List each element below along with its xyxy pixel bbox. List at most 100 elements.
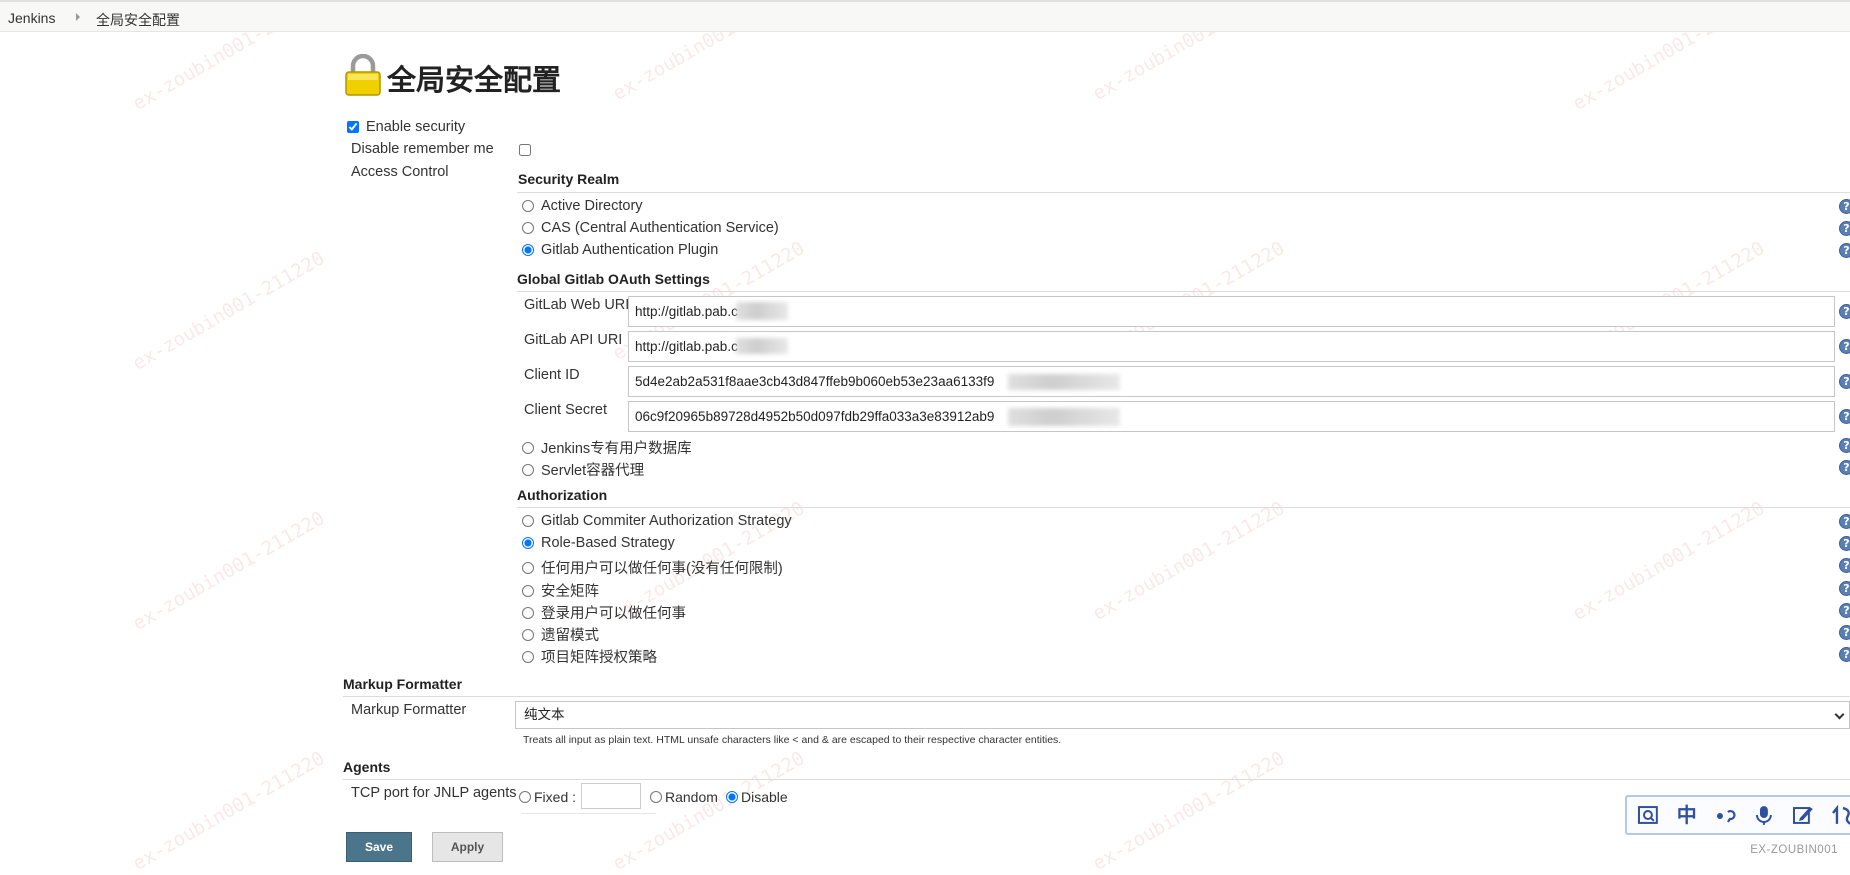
help-icon[interactable]: ? bbox=[1839, 221, 1850, 236]
auth-radio[interactable] bbox=[522, 628, 534, 641]
help-icon[interactable]: ? bbox=[1839, 304, 1850, 319]
help-icon[interactable]: ? bbox=[1839, 374, 1850, 389]
disable-remember-me-label: Disable remember me bbox=[351, 141, 494, 157]
punctuation-icon[interactable] bbox=[1715, 804, 1737, 826]
voice-icon[interactable] bbox=[1753, 804, 1775, 826]
markup-formatter-label: Markup Formatter bbox=[351, 702, 467, 718]
chinese-mode-icon[interactable]: 中 bbox=[1676, 804, 1698, 826]
watermark-text: ex-zoubin001-211220 bbox=[1089, 497, 1289, 625]
breadcrumb-jenkins-link[interactable]: Jenkins bbox=[8, 10, 55, 26]
tcp-radio-fixed[interactable] bbox=[519, 791, 531, 803]
markup-formatter-select[interactable]: 纯文本 bbox=[515, 701, 1850, 729]
markup-formatter-description: Treats all input as plain text. HTML uns… bbox=[523, 734, 1062, 746]
divider bbox=[517, 192, 1850, 193]
auth-option-label: Role-Based Strategy bbox=[541, 535, 675, 551]
markup-formatter-selected: 纯文本 bbox=[524, 707, 565, 722]
watermark-text: ex-zoubin001-211220 bbox=[1089, 747, 1289, 875]
user-tag: EX-ZOUBIN001 bbox=[1750, 844, 1838, 856]
help-icon[interactable]: ? bbox=[1839, 339, 1850, 354]
realm-option-label: Active Directory bbox=[541, 198, 643, 214]
tcp-option-label: Random bbox=[665, 789, 718, 805]
auth-radio[interactable] bbox=[522, 515, 534, 527]
auth-option[interactable]: Role-Based Strategy bbox=[522, 535, 675, 551]
chevron-down-icon bbox=[1834, 709, 1845, 720]
help-icon[interactable]: ? bbox=[1839, 438, 1850, 453]
enable-security-checkbox[interactable] bbox=[347, 121, 359, 133]
realm-radio-servlet[interactable] bbox=[522, 463, 534, 476]
auth-option-label: Gitlab Commiter Authorization Strategy bbox=[541, 513, 792, 529]
page-title: 全局安全配置 bbox=[387, 65, 562, 97]
auth-option-label: 登录用户可以做任何事 bbox=[541, 606, 686, 622]
screenshot-icon[interactable] bbox=[1637, 804, 1659, 826]
breadcrumb-current[interactable]: 全局安全配置 bbox=[96, 10, 180, 30]
lock-icon bbox=[345, 54, 381, 96]
realm-option-jenkins-db[interactable]: Jenkins专有用户数据库 bbox=[522, 437, 692, 458]
help-icon[interactable]: ? bbox=[1839, 536, 1850, 551]
help-icon[interactable]: ? bbox=[1839, 647, 1850, 662]
auth-option[interactable]: Gitlab Commiter Authorization Strategy bbox=[522, 513, 792, 529]
tcp-option-random[interactable]: Random bbox=[650, 789, 718, 805]
realm-radio-jenkins-db[interactable] bbox=[522, 441, 534, 454]
help-icon[interactable]: ? bbox=[1839, 581, 1850, 596]
help-icon[interactable]: ? bbox=[1839, 199, 1850, 214]
help-icon[interactable]: ? bbox=[1839, 460, 1850, 475]
tcp-port-input[interactable] bbox=[581, 783, 641, 809]
auth-option[interactable]: 项目矩阵授权策略 bbox=[522, 646, 657, 667]
gitlab-web-uri-label: GitLab Web URI bbox=[524, 297, 630, 313]
auth-radio[interactable] bbox=[522, 650, 534, 663]
auth-radio[interactable] bbox=[522, 561, 534, 574]
redaction-blur bbox=[1008, 408, 1120, 426]
realm-option-label: Jenkins专有用户数据库 bbox=[541, 441, 692, 457]
auth-option[interactable]: 任何用户可以做任何事(没有任何限制) bbox=[522, 557, 783, 578]
markup-formatter-heading: Markup Formatter bbox=[343, 676, 463, 692]
gitlab-oauth-heading: Global Gitlab OAuth Settings bbox=[517, 271, 710, 287]
divider bbox=[343, 779, 1850, 780]
tcp-option-label: Fixed : bbox=[534, 789, 577, 805]
gitlab-api-uri-input[interactable]: http://gitlab.pab.c bbox=[628, 331, 1835, 362]
tcp-radio-random[interactable] bbox=[650, 791, 662, 803]
breadcrumb: Jenkins 全局安全配置 bbox=[0, 0, 1850, 32]
realm-option-cas[interactable]: CAS (Central Authentication Service) bbox=[522, 220, 779, 236]
help-icon[interactable]: ? bbox=[1839, 409, 1850, 424]
client-secret-input[interactable]: 06c9f20965b89728d4952b50d097fdb29ffa033a… bbox=[628, 401, 1835, 432]
disable-remember-me-checkbox[interactable] bbox=[519, 144, 531, 156]
client-secret-label: Client Secret bbox=[524, 402, 608, 418]
realm-option-servlet[interactable]: Servlet容器代理 bbox=[522, 459, 644, 480]
save-button[interactable]: Save bbox=[346, 832, 412, 862]
divider bbox=[521, 813, 656, 814]
tcp-radio-disable[interactable] bbox=[726, 791, 738, 803]
auth-option[interactable]: 登录用户可以做任何事 bbox=[522, 602, 686, 623]
watermark-text: ex-zoubin001-211220 bbox=[609, 747, 809, 875]
realm-option-label: Servlet容器代理 bbox=[541, 463, 645, 479]
auth-radio[interactable] bbox=[522, 606, 534, 619]
client-id-input[interactable]: 5d4e2ab2a531f8aae3cb43d847ffeb9b060eb53e… bbox=[628, 366, 1835, 397]
enable-security-label: Enable security bbox=[366, 119, 466, 135]
help-icon[interactable]: ? bbox=[1839, 625, 1850, 640]
tcp-option-disable[interactable]: Disable bbox=[726, 789, 788, 805]
auth-radio[interactable] bbox=[522, 537, 534, 549]
ime-toolbar: 中 bbox=[1625, 795, 1850, 835]
auth-option[interactable]: 遗留模式 bbox=[522, 624, 599, 645]
realm-radio-gitlab[interactable] bbox=[522, 244, 534, 256]
auth-option[interactable]: 安全矩阵 bbox=[522, 580, 599, 601]
help-icon[interactable]: ? bbox=[1839, 603, 1850, 618]
apply-button[interactable]: Apply bbox=[432, 832, 503, 862]
client-id-label: Client ID bbox=[524, 367, 580, 383]
auth-option-label: 遗留模式 bbox=[541, 628, 599, 644]
help-icon[interactable]: ? bbox=[1839, 558, 1850, 573]
help-icon[interactable]: ? bbox=[1839, 243, 1850, 258]
auth-radio[interactable] bbox=[522, 584, 534, 597]
handwriting-icon[interactable] bbox=[1792, 804, 1814, 826]
help-icon[interactable]: ? bbox=[1839, 514, 1850, 529]
tcp-option-fixed[interactable]: Fixed : bbox=[519, 789, 576, 805]
realm-option-gitlab[interactable]: Gitlab Authentication Plugin bbox=[522, 242, 718, 258]
auth-option-label: 项目矩阵授权策略 bbox=[541, 650, 657, 666]
watermark-text: ex-zoubin001-211220 bbox=[129, 747, 329, 875]
realm-radio-cas[interactable] bbox=[522, 222, 534, 234]
more-icon[interactable] bbox=[1831, 804, 1850, 826]
redaction-blur bbox=[736, 338, 788, 354]
enable-security-row: Enable security bbox=[347, 119, 465, 135]
gitlab-web-uri-input[interactable]: http://gitlab.pab.c bbox=[628, 296, 1835, 327]
realm-option-active-directory[interactable]: Active Directory bbox=[522, 198, 643, 214]
realm-radio-active-directory[interactable] bbox=[522, 200, 534, 212]
